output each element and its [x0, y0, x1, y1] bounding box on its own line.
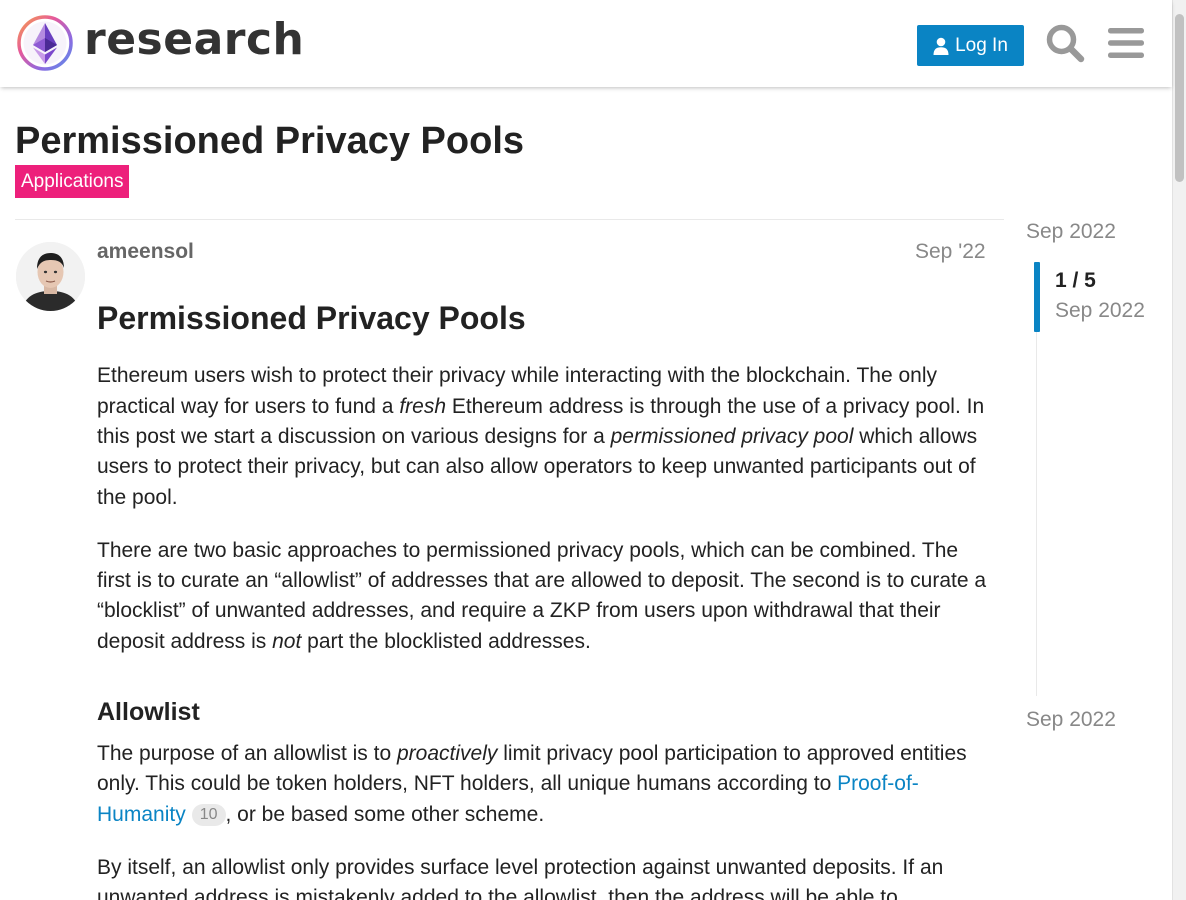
scrollbar-thumb[interactable]: [1175, 14, 1184, 182]
post-date[interactable]: Sep '22: [915, 240, 986, 264]
post-heading: Permissioned Privacy Pools: [97, 300, 526, 336]
ethereum-research-logo-icon: [17, 15, 73, 71]
login-label: Log In: [955, 34, 1008, 56]
site-name: research: [84, 14, 305, 65]
hamburger-menu-button[interactable]: [1105, 22, 1147, 64]
search-button[interactable]: [1044, 22, 1086, 64]
user-icon: [933, 37, 949, 55]
hamburger-menu-icon: [1108, 28, 1144, 58]
site-logo[interactable]: research: [16, 14, 304, 72]
category-badge[interactable]: Applications: [15, 165, 130, 198]
avatar[interactable]: [16, 242, 85, 311]
post-author[interactable]: ameensol: [97, 240, 194, 264]
section-heading-allowlist: Allowlist: [97, 698, 200, 727]
user-avatar-icon: [16, 242, 85, 311]
login-button[interactable]: Log In: [917, 25, 1024, 66]
timeline-start-date[interactable]: Sep 2022: [1026, 220, 1116, 244]
timeline-current-date: Sep 2022: [1055, 299, 1145, 322]
link-click-count: 10: [191, 803, 226, 826]
timeline-handle[interactable]: [1034, 262, 1040, 332]
title-divider: [15, 219, 1004, 220]
timeline-end-date[interactable]: Sep 2022: [1026, 708, 1116, 732]
page-scrollbar[interactable]: [1172, 0, 1186, 900]
timeline-position: 1 / 5: [1055, 269, 1096, 292]
search-icon: [1046, 24, 1085, 63]
site-header: research Log In: [0, 0, 1172, 87]
topic-title[interactable]: Permissioned Privacy Pools: [15, 120, 524, 164]
post-paragraph-1: Ethereum users wish to protect their pri…: [97, 364, 985, 509]
post-paragraph-2: There are two basic approaches to permis…: [97, 538, 987, 653]
post-paragraph-3: The purpose of an allowlist is to proact…: [97, 742, 967, 826]
post-paragraph-4: By itself, an allowlist only provides su…: [97, 855, 944, 900]
post-body: Permissioned Privacy Pools Ethereum user…: [97, 292, 987, 900]
